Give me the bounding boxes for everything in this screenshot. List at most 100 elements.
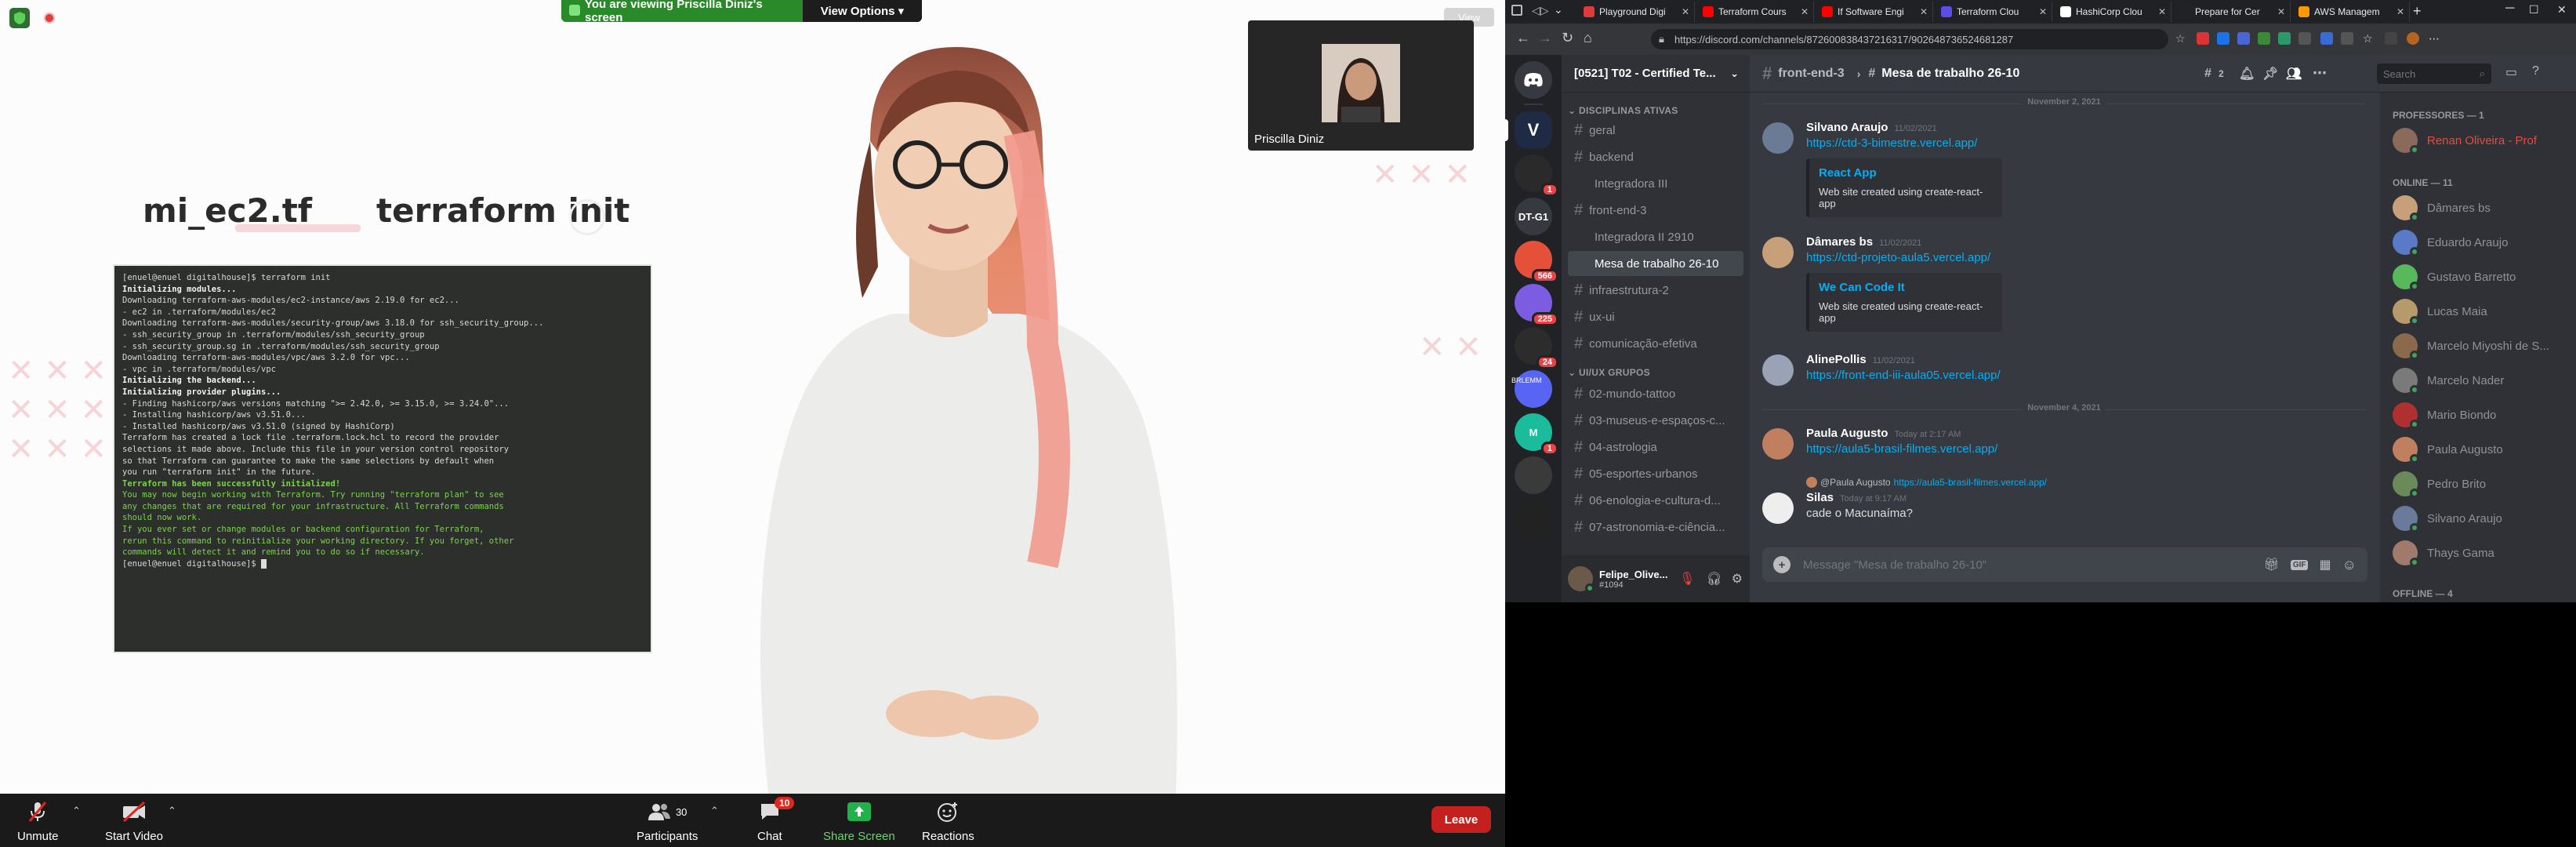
message-author[interactable]: Paula Augusto [1806,427,1888,440]
message-link[interactable]: https://aula5-brasil-filmes.vercel.app/ [1806,442,1997,456]
security-shield-icon[interactable] [9,8,30,28]
channel-item[interactable]: # comunicação-efetiva [1568,331,1743,356]
channel-item[interactable]: # ux-ui [1568,304,1743,329]
gif-icon[interactable]: GIF [2290,559,2309,570]
media-control-icon[interactable]: ◁▷ [1532,4,1549,17]
gift-icon[interactable]: 🎁︎ [2264,557,2280,573]
tab-close-icon[interactable]: ✕ [2039,6,2047,17]
tab-close-icon[interactable]: ✕ [2158,6,2166,17]
pin-icon[interactable]: 📌︎ [2262,66,2278,82]
server-icon[interactable]: M1 [1515,413,1558,456]
video-options-chevron-up-icon[interactable]: ⌃ [168,805,176,817]
mute-microphone-icon[interactable]: 🎙︎ [1679,571,1695,587]
category-disciplinas[interactable]: ⌄ DISCIPLINAS ATIVAS [1568,105,1678,116]
sticker-icon[interactable]: ▦ [2319,557,2331,573]
emoji-icon[interactable]: ☺ [2342,557,2356,573]
browser-tab[interactable]: HashiCorp Clou ✕ [2054,2,2171,22]
extension-icon-6[interactable] [2298,32,2311,45]
help-icon[interactable]: ? [2532,64,2539,78]
url-bar[interactable]: 🔒︎ https://discord.com/channels/87260083… [1651,29,2168,49]
category-uiux[interactable]: ⌄ UI/UX GRUPOS [1568,367,1650,378]
tab-close-icon[interactable]: ✕ [1801,6,1809,17]
participant-thumbnail[interactable]: Priscilla Diniz [1248,20,1474,151]
reload-icon[interactable]: ↻ [1562,30,1573,46]
collections-icon[interactable] [2385,32,2397,45]
browser-tab[interactable]: Terraform Cours ✕ [1696,2,1814,22]
member-item[interactable]: Paula Augusto [2386,433,2570,466]
server-icon[interactable]: 225 [1515,284,1558,326]
extension-icon-4[interactable] [2258,32,2270,45]
tab-close-icon[interactable]: ✕ [1920,6,1928,17]
message-author[interactable]: AlinePollis [1806,353,1867,366]
search-input[interactable]: Search ⌕ [2377,64,2491,84]
extension-icon-2[interactable] [2217,32,2230,45]
notification-bell-icon[interactable]: 🔔︎ [2239,66,2255,82]
member-item[interactable]: Silvano Araujo [2386,502,2570,535]
member-item[interactable]: Pedro Brito [2386,467,2570,500]
start-video-button[interactable]: Start Video [105,798,163,843]
tab-actions-icon[interactable] [1511,5,1522,16]
message-avatar[interactable] [1762,237,1794,268]
message-author[interactable]: Dâmares bs [1806,235,1873,249]
more-options-icon[interactable]: ⋯ [2313,65,2327,82]
channel-item[interactable]: #05-esportes-urbanos [1568,461,1743,486]
channel-item[interactable]: # infraestrutura-2 [1568,278,1743,303]
parent-channel-name[interactable]: front-end-3 [1778,67,1844,81]
new-tab-plus-icon[interactable]: + [2413,3,2422,20]
extension-icon-1[interactable] [2197,32,2209,45]
channel-item[interactable]: # geral [1568,118,1743,143]
minimize-icon[interactable]: ─ [2505,2,2514,16]
channel-item[interactable]: #07-astronomia-e-ciência... [1568,514,1743,540]
extension-icon-5[interactable] [2278,32,2291,45]
channel-item[interactable]: #03-museus-e-espaços-c... [1568,408,1743,433]
channel-item[interactable]: Integradora III [1568,171,1743,196]
message-composer[interactable]: + Message "Mesa de trabalho 26-10" 🎁︎ GI… [1762,547,2367,582]
tab-close-icon[interactable]: ✕ [2277,6,2285,17]
member-item[interactable]: Renan Oliveira - Prof [2386,124,2570,157]
member-item[interactable]: Thays Gama [2386,536,2570,569]
more-menu-icon[interactable]: ⋯ [2429,32,2441,45]
server-icon[interactable]: 24 [1515,327,1558,369]
message-link[interactable]: https://ctd-3-bimestre.vercel.app/ [1806,136,1977,150]
server-icon[interactable] [1515,500,1552,537]
message-author[interactable]: Silas [1806,491,1834,504]
channel-item[interactable]: Integradora II 2910 [1568,224,1743,249]
member-list-icon[interactable]: 👥︎ [2286,66,2302,82]
channel-item[interactable]: # backend [1568,144,1743,169]
home-icon[interactable]: ⌂ [1584,30,1592,46]
extension-icon-3[interactable] [2237,32,2250,45]
profile-avatar-icon[interactable] [2407,32,2419,45]
member-item[interactable]: Mario Biondo [2386,398,2570,431]
guild-header[interactable]: [0521] T02 - Certified Te... ⌄ [1562,55,1750,93]
server-icon[interactable]: DT-G1 [1515,198,1552,235]
audio-options-chevron-up-icon[interactable]: ⌃ [72,805,81,817]
member-item[interactable]: Dâmares bs [2386,191,2570,224]
reply-reference[interactable]: @Paula Augusto https://aula5-brasil-film… [1806,477,2047,488]
channel-item[interactable]: # front-end-3 [1568,198,1743,223]
extension-icon-8[interactable] [2341,32,2353,45]
channel-item[interactable]: #06-enologia-e-cultura-d... [1568,488,1743,513]
attach-plus-icon[interactable]: + [1773,556,1791,573]
member-item[interactable]: Lucas Maia [2386,295,2570,328]
message-avatar[interactable] [1762,122,1794,154]
message-link[interactable]: https://front-end-iii-aula05.vercel.app/ [1806,369,2001,382]
message-input[interactable]: Message "Mesa de trabalho 26-10" [1803,558,1986,572]
member-item[interactable]: Marcelo Miyoshi de S... [2386,329,2570,362]
leave-meeting-button[interactable]: Leave [1431,806,1491,833]
user-avatar[interactable] [1568,566,1595,593]
message-author[interactable]: Silvano Araujo [1806,121,1888,134]
channel-item[interactable]: #04-astrologia [1568,434,1743,460]
inbox-icon[interactable]: ▭ [2505,64,2517,80]
participants-chevron-up-icon[interactable]: ⌃ [710,805,719,817]
browser-tab[interactable]: AWS Managem ✕ [2292,2,2410,22]
share-screen-button[interactable]: Share Screen [823,798,895,843]
member-item[interactable]: Marcelo Nader [2386,364,2570,397]
threads-icon[interactable]: # [2204,67,2211,81]
browser-tab[interactable]: If Software Engi ✕ [1816,2,1933,22]
extension-icon-7[interactable] [2320,32,2333,45]
reactions-button[interactable]: Reactions [922,798,974,843]
tab-close-icon[interactable]: ✕ [2396,6,2404,17]
browser-tab[interactable]: Terraform Clou ✕ [1935,2,2052,22]
tab-close-icon[interactable]: ✕ [1682,6,1689,17]
member-item[interactable]: Gustavo Barretto [2386,260,2570,293]
